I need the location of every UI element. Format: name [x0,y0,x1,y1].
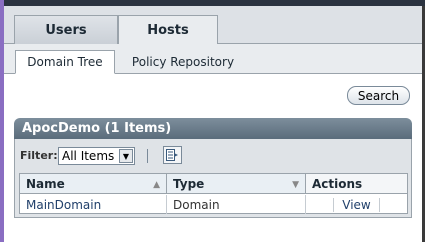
filter-label: Filter: [20,149,58,162]
column-header-name-label: Name [26,176,65,191]
table-preferences-button[interactable] [163,146,182,164]
filter-select[interactable]: All Items ▼ [58,147,135,165]
panel-title-text: ApocDemo (1 Items) [22,121,172,136]
column-header-type-label: Type [173,176,205,191]
panel-title: ApocDemo (1 Items) [14,118,412,139]
toolbar-separator [147,149,148,163]
table-row-type: Domain [167,195,306,214]
view-link[interactable]: View [333,197,380,212]
items-table: Name ▲ Type ▼ Actions MainDomain Domain … [19,173,408,214]
sort-ascending-icon[interactable]: ▲ [153,180,160,190]
table-preferences-icon [166,149,178,161]
subtab-domain-tree[interactable]: Domain Tree [15,50,115,74]
sort-descending-icon[interactable]: ▼ [292,180,299,190]
tab-users[interactable]: Users [14,15,118,45]
subtab-policy-repository[interactable]: Policy Repository [122,50,244,74]
table-row-name[interactable]: MainDomain [20,195,167,214]
column-header-type[interactable]: Type ▼ [167,174,306,194]
column-header-actions: Actions [306,174,407,194]
table-row-actions: View [306,195,407,214]
tab-hosts[interactable]: Hosts [118,15,218,45]
search-button[interactable]: Search [347,86,410,105]
sub-tabbar: Domain Tree Policy Repository [4,44,422,74]
main-tabbar: Users Hosts [4,6,422,45]
column-header-name[interactable]: Name ▲ [20,174,167,194]
column-header-actions-label: Actions [312,176,363,191]
chevron-down-icon[interactable]: ▼ [119,149,133,163]
filter-value: All Items [62,149,115,163]
